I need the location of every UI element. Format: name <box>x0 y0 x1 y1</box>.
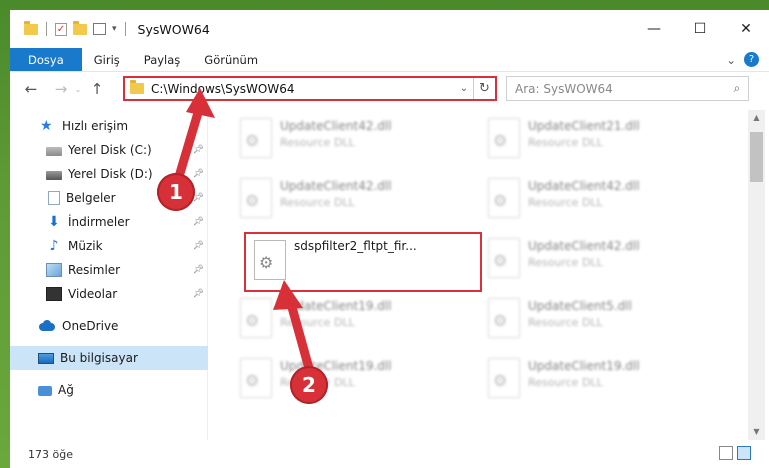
arrow-1 <box>173 101 205 185</box>
annotation-arrows <box>173 88 315 377</box>
arrow-1-head <box>186 88 215 118</box>
arrow-2-head <box>273 280 303 310</box>
step-badge-2: 2 <box>290 366 328 404</box>
step-badge-1: 1 <box>157 173 195 211</box>
arrow-2 <box>285 295 315 377</box>
